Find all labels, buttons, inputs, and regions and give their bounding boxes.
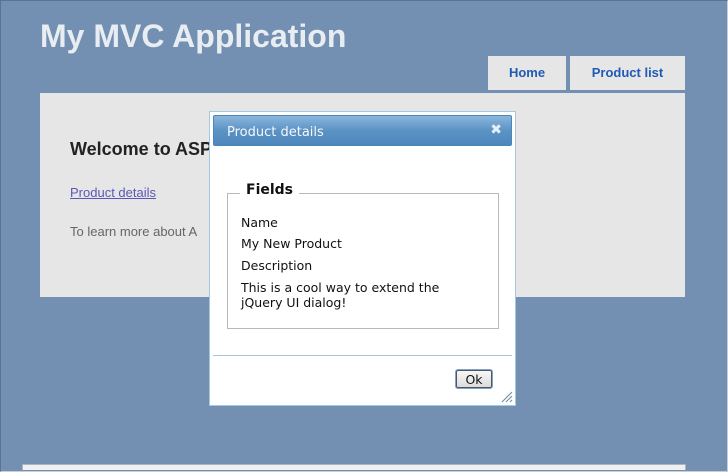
resize-grip-icon[interactable] bbox=[501, 391, 513, 403]
app-title: My MVC Application bbox=[40, 18, 347, 54]
menu-product-list-link[interactable]: Product list bbox=[570, 56, 685, 90]
ok-button[interactable]: Ok bbox=[456, 370, 492, 388]
bottom-scrollbar bbox=[22, 464, 686, 470]
fieldset-legend: Fields bbox=[240, 182, 300, 198]
welcome-heading: Welcome to ASP bbox=[70, 139, 213, 159]
name-value: My New Product bbox=[241, 236, 342, 251]
name-label: Name bbox=[241, 215, 278, 230]
dialog-titlebar[interactable]: Product details ✖ bbox=[213, 115, 512, 146]
description-value: This is a cool way to extend the jQuery … bbox=[241, 280, 440, 310]
product-details-dialog: Product details ✖ Fields Name My New Pro… bbox=[209, 111, 516, 406]
dialog-divider bbox=[213, 355, 512, 356]
description-label: Description bbox=[241, 258, 313, 273]
dialog-title: Product details bbox=[227, 125, 324, 140]
product-details-link[interactable]: Product details bbox=[70, 185, 156, 200]
menu-home-link[interactable]: Home bbox=[488, 56, 566, 90]
fields-fieldset: Fields Name My New Product Description T… bbox=[227, 182, 499, 329]
learn-more-text: To learn more about A bbox=[70, 224, 198, 239]
close-icon[interactable]: ✖ bbox=[490, 122, 502, 138]
